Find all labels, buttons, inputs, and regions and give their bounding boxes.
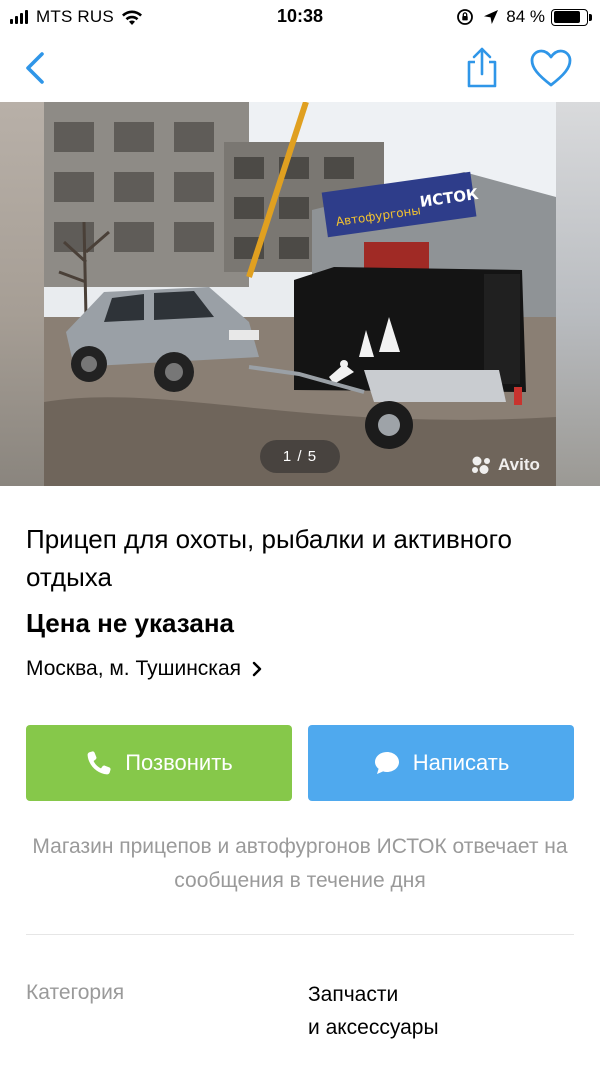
location-arrow-icon [484,10,499,24]
battery-icon [551,8,592,26]
phone-icon [87,751,111,775]
chat-bubble-icon [374,752,399,774]
listing-price: Цена не указана [26,608,234,638]
write-button-label: Написать [412,750,510,775]
share-icon[interactable] [460,46,504,90]
divider [26,934,574,935]
watermark-label: Avito [498,455,540,474]
chevron-right-icon [252,661,262,677]
battery-percent: 84 % [506,7,545,26]
listing-title: Прицеп для охоты, рыбалки и активного от… [26,524,512,592]
battery-fill [553,11,581,23]
photo-gallery[interactable]: Автофургоны ИСТОК 1 / 5 Avito [0,102,600,486]
back-chevron-icon[interactable] [18,48,54,88]
gallery-prev-preview [0,102,44,486]
location-link[interactable]: Москва, м. Тушинская [26,657,264,681]
nav-bar [0,34,600,102]
listing-photo[interactable]: Автофургоны ИСТОК [44,102,556,486]
seller-response-note: Магазин прицепов и автофургонов ИСТОК от… [32,835,568,892]
heart-icon[interactable] [528,47,574,89]
call-button-label: Позвонить [125,750,233,775]
photo-counter: 1 / 5 [260,440,340,473]
status-right: 84 % [456,7,592,27]
status-bar: MTS RUS 10:38 84 % [0,0,600,34]
call-button[interactable]: Позвонить [26,725,292,801]
gallery-next-preview [556,102,600,486]
write-button[interactable]: Написать [308,725,574,801]
category-value: Запчасти и аксессуары [308,983,439,1039]
avito-watermark: Avito [470,455,540,475]
orientation-lock-icon [457,9,474,25]
location-text: Москва, м. Тушинская [26,657,241,680]
category-label: Категория [26,981,125,1004]
avito-logo-icon [472,456,490,474]
